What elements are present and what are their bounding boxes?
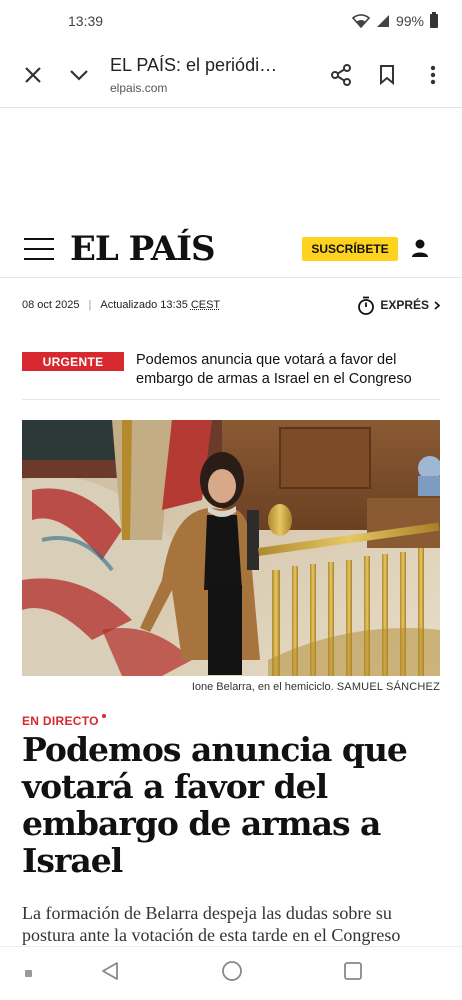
date-separator: | [88, 299, 92, 311]
article-lead: La formación de Belarra despeja las duda… [22, 903, 401, 945]
date-row: 08 oct 2025 | Actualizado 13:35 CEST EXP… [22, 290, 440, 320]
toolbar-actions [318, 52, 456, 98]
system-nav-bar [0, 946, 462, 1000]
expres-label: EXPRÉS [380, 298, 429, 312]
status-time: 13:39 [68, 13, 104, 29]
browser-toolbar: EL PAÍS: el periódico global elpais.com [0, 42, 462, 108]
battery-percent: 99% [395, 13, 424, 29]
url-block[interactable]: EL PAÍS: el periódico global elpais.com [102, 55, 318, 95]
recent-apps-icon[interactable] [343, 961, 363, 986]
bookmark-icon[interactable] [364, 52, 410, 98]
breaking-text[interactable]: Podemos anuncia que votará a favor del e… [136, 351, 440, 389]
subscribe-button[interactable]: SUSCRÍBETE [302, 237, 398, 261]
page-domain: elpais.com [110, 80, 168, 95]
expres-link[interactable]: EXPRÉS [357, 296, 440, 315]
back-icon[interactable] [100, 961, 120, 986]
photo-caption: Ione Belarra, en el hemiciclo. Samuel Sá… [22, 681, 440, 693]
wifi-icon [351, 14, 370, 28]
updated-time: Actualizado 13:35 [100, 299, 188, 311]
nav-dot-icon [25, 970, 32, 977]
user-icon[interactable] [410, 238, 430, 263]
stopwatch-icon [358, 296, 375, 315]
timezone[interactable]: CEST [191, 299, 220, 311]
urgent-badge: URGENTE [22, 352, 124, 371]
photo-credit: Samuel Sánchez [336, 681, 440, 693]
chevron-down-icon[interactable] [56, 52, 102, 98]
site-header: EL PAÍS SUSCRÍBETE [0, 220, 462, 278]
share-icon[interactable] [318, 52, 364, 98]
ad-space [0, 108, 462, 220]
status-icons: 99% [351, 12, 438, 29]
publish-date: 08 oct 2025 [22, 299, 80, 311]
site-logo[interactable]: EL PAÍS [70, 229, 216, 269]
breaking-news[interactable]: URGENTE Podemos anuncia que votará a fav… [22, 348, 440, 400]
live-label: EN DIRECTO [22, 714, 106, 728]
more-vert-icon[interactable] [410, 52, 456, 98]
page-title: EL PAÍS: el periódico global [110, 54, 286, 75]
chevron-right-icon [434, 300, 440, 310]
menu-icon[interactable] [24, 237, 56, 260]
home-icon[interactable] [221, 960, 243, 987]
caption-text: Ione Belarra, en el hemiciclo. [191, 681, 334, 693]
article-photo[interactable] [22, 420, 440, 676]
close-icon[interactable] [10, 52, 56, 98]
status-bar: 13:39 99% [0, 0, 462, 42]
article-headline[interactable]: Podemos anuncia que votará a favor del e… [22, 731, 440, 879]
battery-icon [430, 12, 438, 28]
signal-icon [376, 14, 390, 28]
